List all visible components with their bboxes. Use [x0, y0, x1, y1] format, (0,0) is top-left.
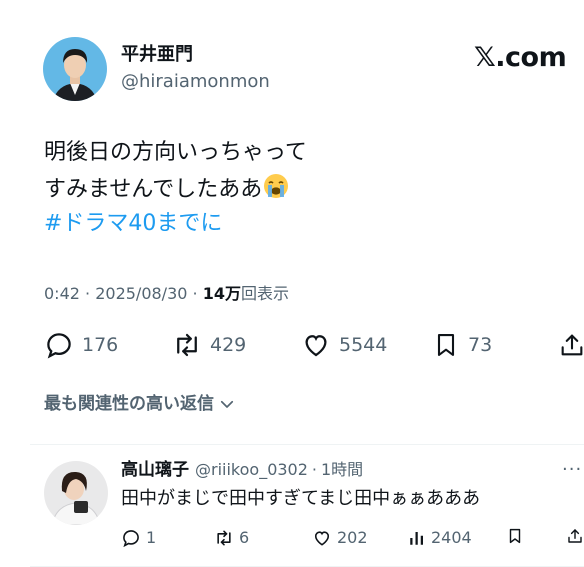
author-avatar[interactable]: [43, 37, 107, 101]
reply-retweet-count: 6: [239, 528, 250, 547]
divider: [30, 444, 584, 445]
retweet-icon: [217, 530, 231, 546]
reply-time[interactable]: 1時間: [321, 458, 363, 482]
reply-views-button[interactable]: 2404: [408, 526, 472, 550]
tweet-views-label: 回表示: [240, 284, 289, 303]
tweet-views-count: 14万: [202, 284, 241, 303]
bookmark-icon: [509, 528, 521, 544]
retweet-count: 429: [210, 334, 247, 356]
bookmark-button[interactable]: 73: [432, 330, 492, 360]
heart-icon: [305, 335, 327, 357]
meta-separator: ·: [85, 284, 96, 303]
reply-icon: [47, 333, 71, 359]
tweet-hashtag-link[interactable]: #ドラマ40までに: [44, 209, 222, 239]
tweet-text-line-1: 明後日の方向いっちゃって: [44, 140, 307, 165]
reply-author-avatar[interactable]: [44, 461, 108, 525]
tweet-meta: 0:42 · 2025/08/30 · 14万回表示: [44, 283, 289, 305]
share-icon: [568, 529, 582, 543]
meta-separator: ·: [192, 284, 203, 303]
share-button[interactable]: [558, 330, 584, 360]
like-count: 5544: [339, 334, 388, 356]
reply-like-button[interactable]: 202: [312, 526, 368, 550]
reply-header: 高山璃子 @riiikoo_0302 · 1時間: [121, 458, 363, 482]
tweet-text-line-2-text: すみませんでしたああ: [44, 177, 263, 202]
author-display-name[interactable]: 平井亜門: [121, 44, 193, 66]
views-chart-icon: [410, 532, 423, 545]
retweet-button[interactable]: 429: [172, 330, 246, 360]
reply-author-name[interactable]: 高山璃子: [121, 458, 189, 482]
loudly-crying-face-emoji-icon: [263, 173, 289, 208]
reply-button[interactable]: 176: [44, 330, 118, 360]
replies-sort-dropdown[interactable]: 最も関連性の高い返信: [44, 392, 236, 416]
bookmark-count: 73: [468, 334, 493, 356]
reply-reply-count: 1: [146, 528, 157, 547]
tweet-text-line-2: すみませんでしたああ: [44, 173, 289, 208]
reply-retweet-button[interactable]: 6: [214, 526, 249, 550]
reply-like-count: 202: [337, 528, 368, 547]
reply-text: 田中がまじで田中すぎてまじ田中ぁぁあああ: [121, 488, 481, 509]
reply-share-button[interactable]: [566, 526, 584, 546]
reply-separator: ·: [311, 460, 317, 479]
replies-sort-label: 最も関連性の高い返信: [44, 394, 214, 414]
retweet-icon: [177, 333, 197, 357]
tweet-time[interactable]: 0:42: [44, 284, 80, 303]
heart-icon: [314, 531, 330, 546]
reply-icon: [123, 530, 139, 548]
tweet-date[interactable]: 2025/08/30: [95, 284, 187, 303]
author-handle[interactable]: @hiraiamonmon: [121, 71, 270, 93]
bookmark-icon: [437, 334, 455, 356]
chevron-down-icon: [220, 400, 234, 408]
x-com-logo: 𝕏.com: [474, 42, 567, 73]
like-button[interactable]: 5544: [301, 330, 387, 360]
more-options-icon[interactable]: ···: [562, 458, 582, 482]
reply-reply-button[interactable]: 1: [121, 526, 156, 550]
reply-author-handle[interactable]: @riiikoo_0302: [195, 458, 308, 482]
reply-views-count: 2404: [431, 528, 472, 547]
share-icon: [561, 334, 583, 356]
reply-bookmark-button[interactable]: [506, 526, 529, 546]
reply-count: 176: [82, 334, 119, 356]
